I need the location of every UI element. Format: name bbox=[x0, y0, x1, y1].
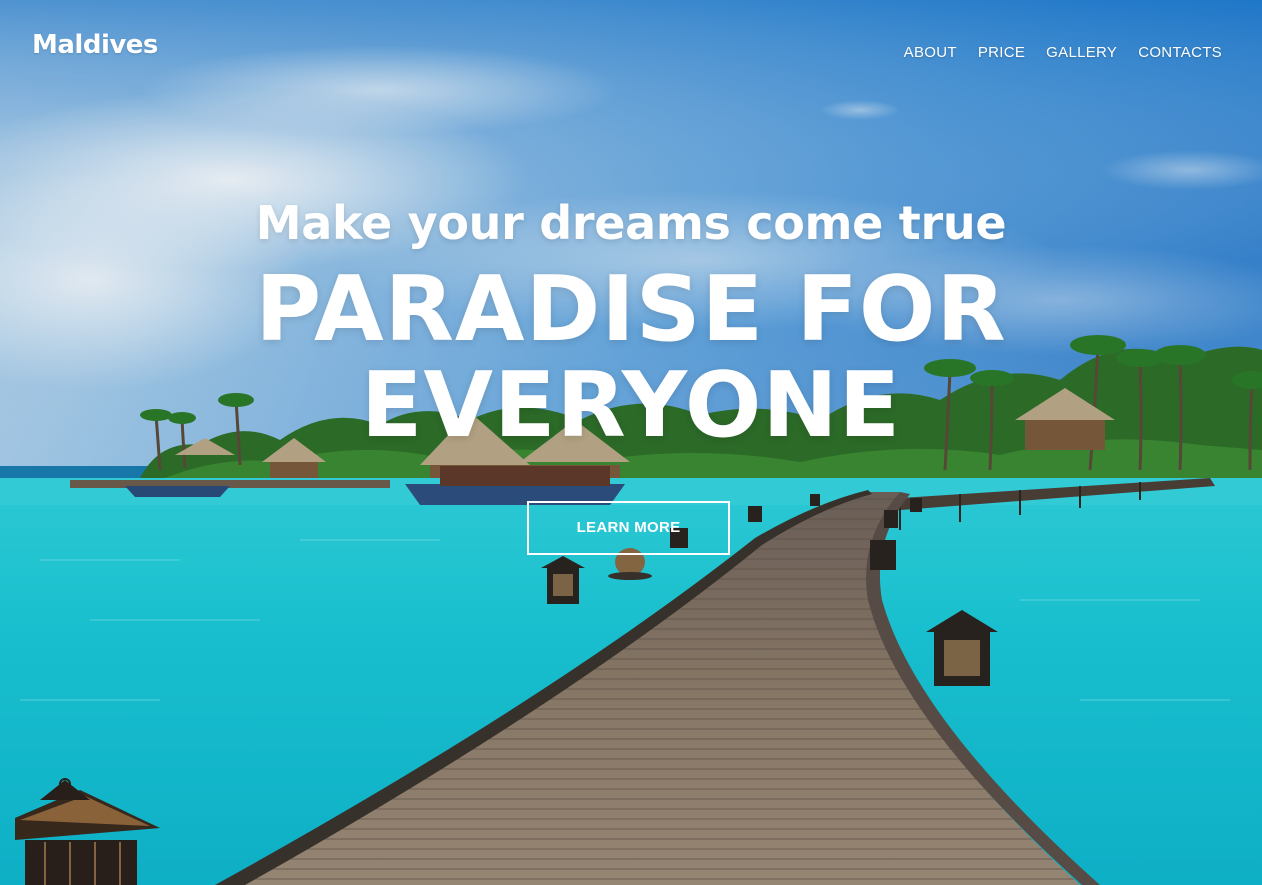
menu-item-gallery: GALLERY bbox=[1046, 44, 1117, 62]
site-logo[interactable]: Maldives bbox=[32, 32, 158, 58]
menu-item-contacts: CONTACTS bbox=[1138, 44, 1222, 62]
nav-link-price[interactable]: PRICE bbox=[978, 44, 1025, 61]
menu-item-about: ABOUT bbox=[904, 44, 957, 62]
nav-link-contacts[interactable]: CONTACTS bbox=[1138, 44, 1222, 61]
top-navigation: Maldives ABOUT PRICE GALLERY CONTACTS bbox=[0, 0, 1262, 100]
learn-more-button[interactable]: LEARN MORE bbox=[527, 501, 730, 555]
main-menu: ABOUT PRICE GALLERY CONTACTS bbox=[904, 44, 1222, 62]
menu-item-price: PRICE bbox=[978, 44, 1025, 62]
hero-section: Maldives ABOUT PRICE GALLERY CONTACTS Ma… bbox=[0, 0, 1262, 885]
nav-link-about[interactable]: ABOUT bbox=[904, 44, 957, 61]
hero-headline-line-1: PARADISE FOR bbox=[255, 257, 1007, 362]
hero-headline: PARADISE FOR EVERYONE bbox=[0, 262, 1262, 454]
hero-headline-line-2: EVERYONE bbox=[360, 353, 902, 458]
hero-tagline: Make your dreams come true bbox=[255, 196, 1007, 250]
nav-link-gallery[interactable]: GALLERY bbox=[1046, 44, 1117, 61]
